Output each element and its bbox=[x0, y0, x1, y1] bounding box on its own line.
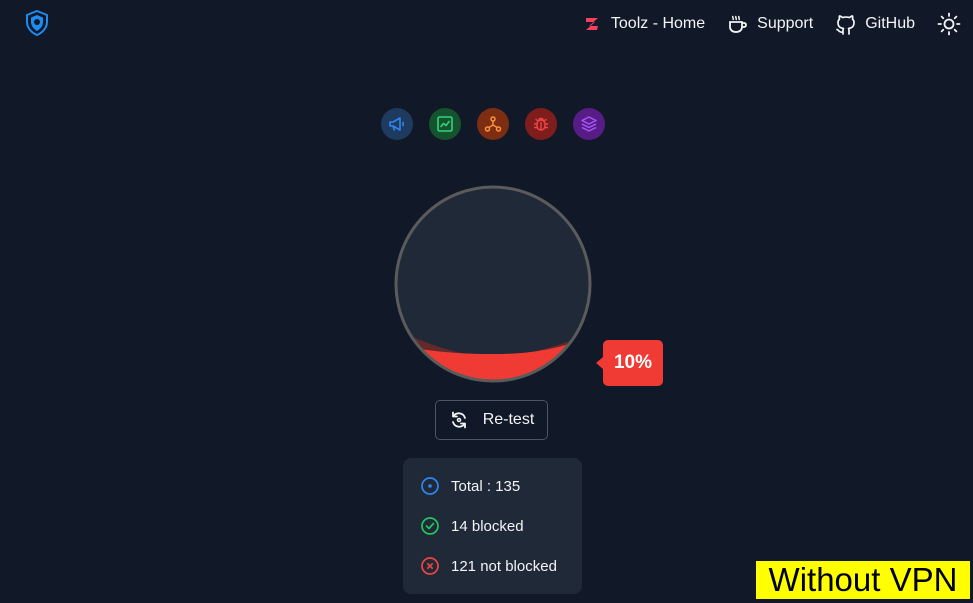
category-ads-button[interactable] bbox=[381, 108, 413, 140]
nav-support-label: Support bbox=[757, 15, 814, 32]
refresh-icon bbox=[451, 411, 466, 429]
nav-toolz-label: Toolz - Home bbox=[610, 15, 706, 32]
megaphone-icon bbox=[389, 117, 405, 131]
github-icon bbox=[835, 13, 857, 35]
retest-button[interactable]: Re-test bbox=[435, 400, 548, 440]
blocked-gauge bbox=[393, 184, 593, 384]
target-icon bbox=[420, 476, 440, 496]
top-nav: Toolz - Home Support GitHub bbox=[559, 12, 961, 36]
category-bug-button[interactable] bbox=[525, 108, 557, 140]
nav-github[interactable]: GitHub bbox=[835, 13, 915, 35]
stat-blocked-label: 14 blocked bbox=[451, 517, 524, 535]
stat-total: Total : 135 bbox=[420, 476, 582, 496]
without-vpn-label: Without VPN bbox=[756, 561, 970, 599]
shield-logo-icon[interactable] bbox=[24, 9, 50, 37]
stat-blocked: 14 blocked bbox=[420, 516, 582, 536]
coffee-icon bbox=[727, 13, 749, 35]
chart-icon bbox=[437, 116, 453, 132]
percent-badge: 10% bbox=[596, 340, 663, 386]
category-row bbox=[381, 108, 605, 140]
nav-support[interactable]: Support bbox=[727, 13, 813, 35]
toolz-icon bbox=[581, 13, 603, 35]
stats-card: Total : 135 14 blocked 121 not blocked bbox=[403, 458, 582, 594]
x-circle-icon bbox=[420, 556, 440, 576]
stat-total-label: Total : 135 bbox=[451, 477, 521, 495]
nav-toolz-home[interactable]: Toolz - Home bbox=[581, 13, 705, 35]
retest-label: Re-test bbox=[482, 411, 535, 428]
sun-icon bbox=[937, 12, 961, 36]
stat-not-blocked-label: 121 not blocked bbox=[451, 557, 557, 575]
category-network-button[interactable] bbox=[477, 108, 509, 140]
page: Toolz - Home Support GitHub 10% Re-test … bbox=[0, 0, 973, 603]
bug-icon bbox=[534, 117, 548, 131]
category-analytics-button[interactable] bbox=[429, 108, 461, 140]
theme-toggle-button[interactable] bbox=[937, 12, 961, 36]
stat-not-blocked: 121 not blocked bbox=[420, 556, 582, 576]
layers-icon bbox=[581, 116, 597, 132]
check-circle-icon bbox=[420, 516, 440, 536]
category-layers-button[interactable] bbox=[573, 108, 605, 140]
nav-github-label: GitHub bbox=[865, 15, 915, 32]
network-icon bbox=[484, 116, 502, 132]
